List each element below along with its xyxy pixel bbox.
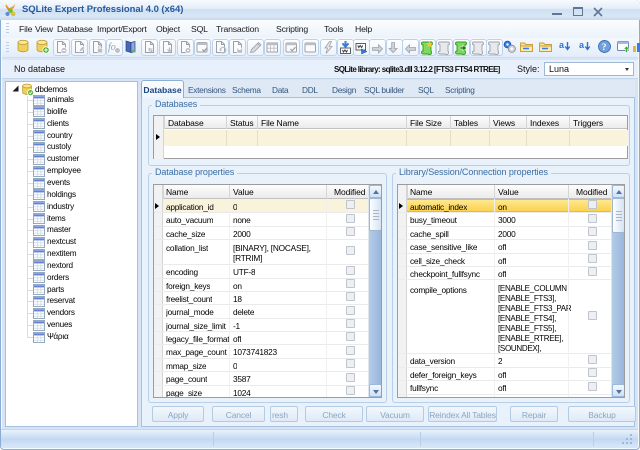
svg-text:a: a: [559, 40, 565, 50]
svg-text:a: a: [579, 40, 585, 50]
svg-text:?: ?: [602, 43, 607, 53]
